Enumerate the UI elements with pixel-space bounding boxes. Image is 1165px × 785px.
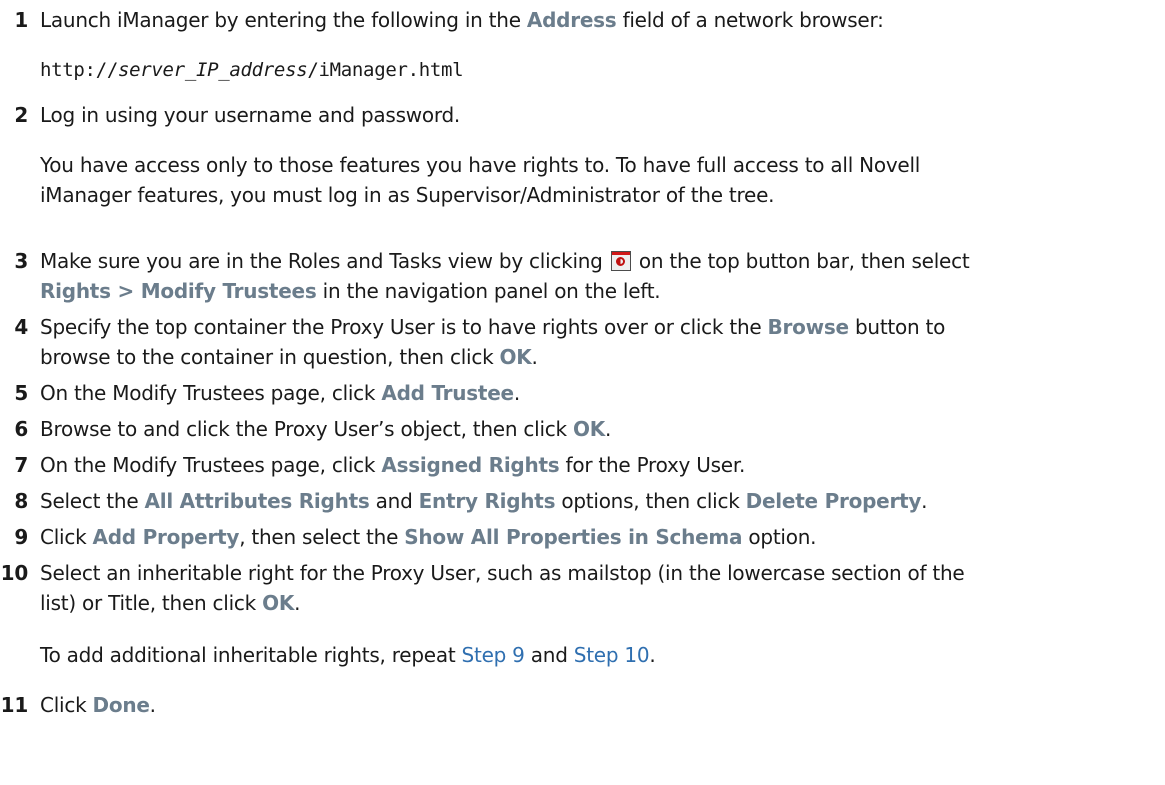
step-text: on the top button bar, then select <box>632 249 970 273</box>
link-step-9[interactable]: Step 9 <box>462 643 525 667</box>
step-text: . <box>149 693 156 717</box>
step-text: Select an inheritable right for the Prox… <box>40 561 965 585</box>
step-2-note: You have access only to those features y… <box>0 150 920 210</box>
ui-label-show-all-properties: Show All Properties in Schema <box>404 525 743 549</box>
step-text: Select the <box>40 489 145 513</box>
step-9: 9 Click Add Property, then select the Sh… <box>0 522 816 552</box>
ui-label-entry-rights: Entry Rights <box>418 489 556 513</box>
step-text: . <box>921 489 928 513</box>
step-10: 10 Select an inheritable right for the P… <box>0 558 965 618</box>
ui-label-delete-property: Delete Property <box>745 489 922 513</box>
ui-label-all-attributes-rights: All Attributes Rights <box>144 489 370 513</box>
note-text: To add additional inheritable rights, re… <box>40 643 462 667</box>
ui-label-assigned-rights: Assigned Rights <box>381 453 560 477</box>
step-text: in the navigation panel on the left. <box>316 279 661 303</box>
step-text: Log in using your username and password. <box>40 103 461 127</box>
step-number: 11 <box>0 693 29 717</box>
step-number: 5 <box>14 381 28 405</box>
code-suffix: /iManager.html <box>307 59 464 81</box>
step-text: Browse to and click the Proxy User’s obj… <box>40 417 573 441</box>
url-code-line: http://server_IP_address/iManager.html <box>0 55 464 85</box>
step-text: On the Modify Trustees page, click <box>40 381 382 405</box>
step-text: . <box>604 417 612 441</box>
step-number: 6 <box>14 417 28 441</box>
code-variable: server_IP_address <box>117 59 308 81</box>
ui-label-ok: OK <box>499 345 532 369</box>
step-1: 1 Launch iManager by entering the follow… <box>0 5 884 35</box>
step-text: button to <box>848 315 946 339</box>
code-prefix: http:// <box>40 59 118 81</box>
ui-label-address: Address <box>526 8 617 32</box>
ui-label-done: Done <box>92 693 150 717</box>
step-text: . <box>513 381 520 405</box>
ui-label-ok: OK <box>262 591 295 615</box>
step-4: 4 Specify the top container the Proxy Us… <box>0 312 945 372</box>
ui-label-ok: OK <box>572 417 605 441</box>
step-text: option. <box>742 525 817 549</box>
step-text: for the Proxy User. <box>559 453 746 477</box>
step-number: 10 <box>0 561 29 585</box>
step-6: 6 Browse to and click the Proxy User’s o… <box>0 414 611 444</box>
step-text: Make sure you are in the Roles and Tasks… <box>40 249 603 273</box>
step-number: 9 <box>14 525 28 549</box>
step-text: On the Modify Trustees page, click <box>40 453 382 477</box>
step-number: 8 <box>14 489 28 513</box>
step-number: 1 <box>14 8 28 32</box>
note-text: and <box>524 643 574 667</box>
step-number: 3 <box>14 249 28 273</box>
step-8: 8 Select the All Attributes Rights and E… <box>0 486 927 516</box>
ui-label-add-trustee: Add Trustee <box>381 381 514 405</box>
step-text: options, then click <box>555 489 746 513</box>
step-number: 4 <box>14 315 28 339</box>
step-text: list) or Title, then click <box>40 591 263 615</box>
step-text: field of a network browser: <box>616 8 884 32</box>
step-number: 7 <box>14 453 28 477</box>
note-line: iManager features, you must log in as Su… <box>40 183 775 207</box>
ui-label-add-property: Add Property <box>92 525 240 549</box>
step-text: Specify the top container the Proxy User… <box>40 315 768 339</box>
step-11: 11 Click Done. <box>0 690 156 720</box>
step-text: Click <box>40 693 93 717</box>
step-text: Launch iManager by entering the followin… <box>40 8 527 32</box>
ui-label-browse: Browse <box>767 315 850 339</box>
roles-and-tasks-icon <box>610 251 631 271</box>
step-3: 3 Make sure you are in the Roles and Tas… <box>0 246 1165 306</box>
step-2: 2 Log in using your username and passwor… <box>0 100 460 130</box>
step-10-note: To add additional inheritable rights, re… <box>0 640 656 670</box>
step-text: browse to the container in question, the… <box>40 345 500 369</box>
note-text: . <box>649 643 656 667</box>
step-5: 5 On the Modify Trustees page, click Add… <box>0 378 520 408</box>
step-text: and <box>369 489 419 513</box>
step-text: , then select the <box>239 525 405 549</box>
step-text: . <box>294 591 301 615</box>
step-text: . <box>531 345 538 369</box>
note-line: You have access only to those features y… <box>40 153 921 177</box>
step-number: 2 <box>14 103 28 127</box>
step-text: Click <box>40 525 93 549</box>
step-7: 7 On the Modify Trustees page, click Ass… <box>0 450 745 480</box>
ui-label-rights-modify-trustees: Rights > Modify Trustees <box>40 279 317 303</box>
link-step-10[interactable]: Step 10 <box>574 643 650 667</box>
